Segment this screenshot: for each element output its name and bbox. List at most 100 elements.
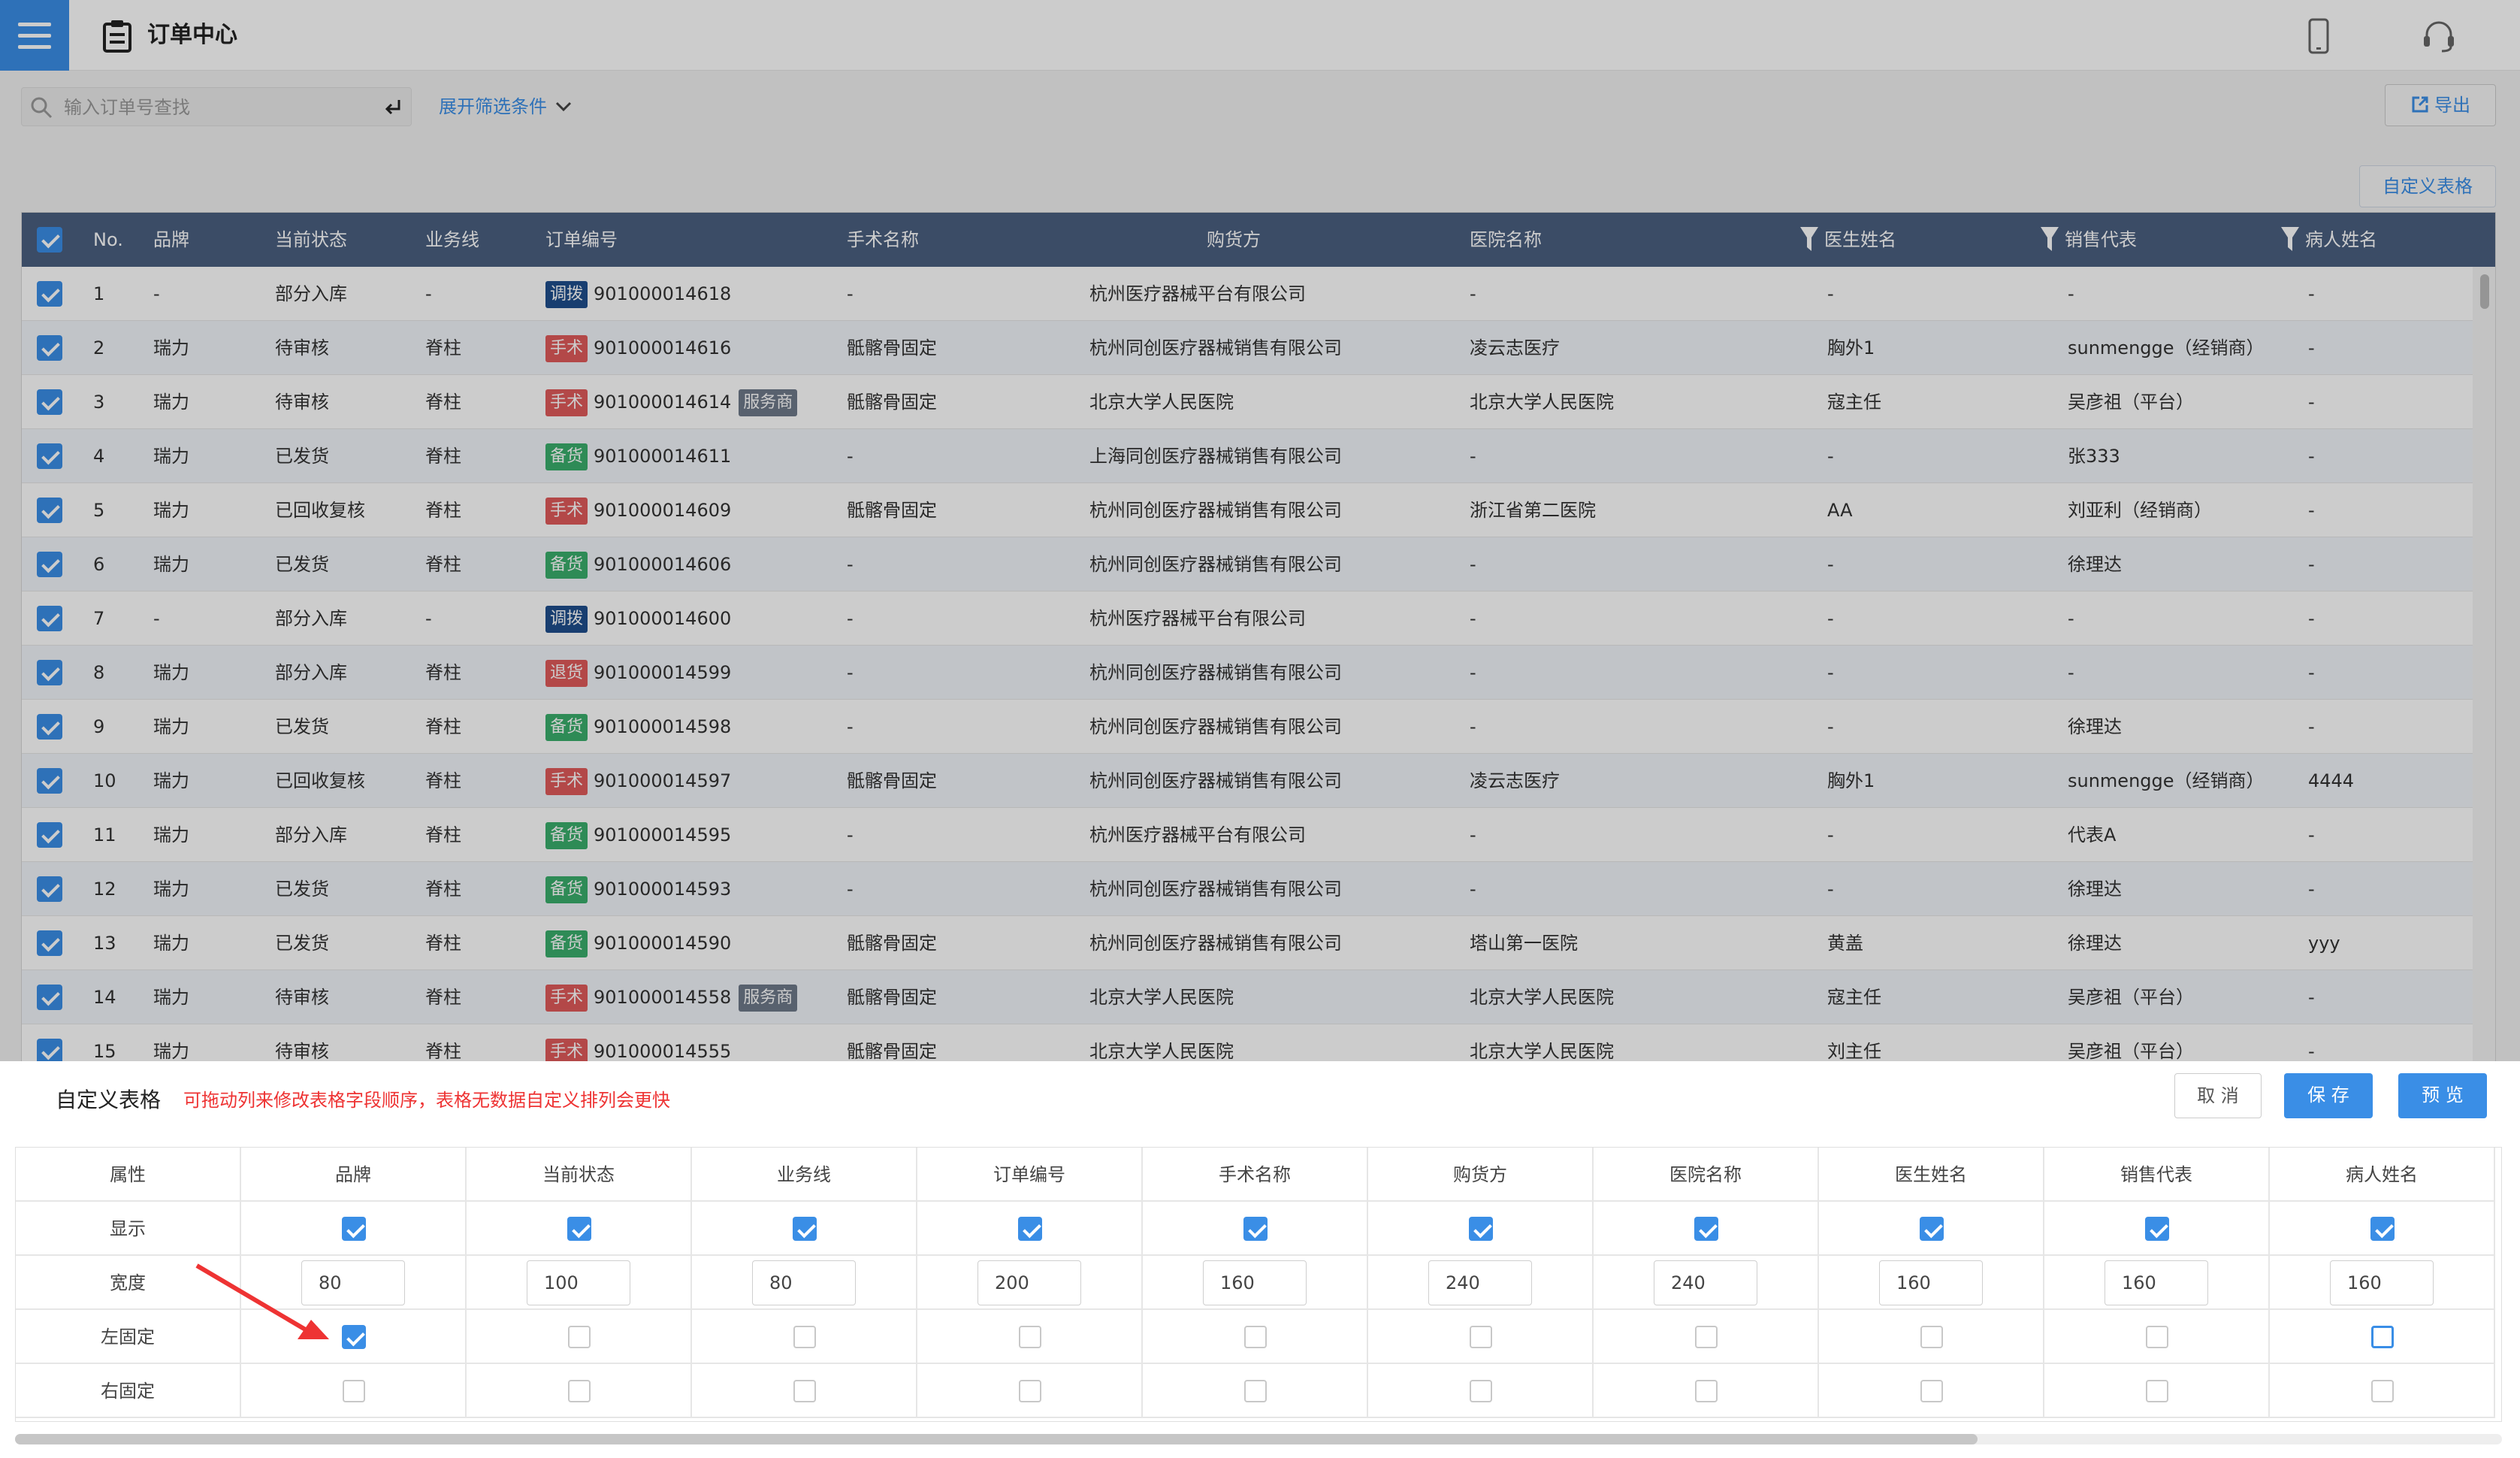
width-input[interactable]: 160	[2105, 1260, 2208, 1305]
right-fixed-checkbox[interactable]	[1695, 1380, 1718, 1402]
right-fixed-checkbox[interactable]	[568, 1380, 591, 1402]
width-input[interactable]: 240	[1654, 1260, 1757, 1305]
right-fixed-checkbox-cell[interactable]	[241, 1364, 467, 1418]
show-checkbox-cell[interactable]	[2270, 1202, 2495, 1256]
show-checkbox-cell[interactable]	[241, 1202, 467, 1256]
left-fixed-checkbox[interactable]	[1695, 1326, 1718, 1348]
right-fixed-checkbox-cell[interactable]	[2270, 1364, 2495, 1418]
app-root: 订单中心 输入订单号查找 展开筛选条件 导出 自定义表格 No. 品牌 当前状态…	[0, 0, 2520, 1458]
left-fixed-checkbox-cell[interactable]	[692, 1310, 917, 1364]
left-fixed-checkbox[interactable]	[2371, 1326, 2394, 1348]
show-checkbox-cell[interactable]	[1819, 1202, 2044, 1256]
show-checkbox-cell[interactable]	[2044, 1202, 2270, 1256]
left-fixed-checkbox[interactable]	[1019, 1326, 1041, 1348]
cancel-button[interactable]: 取 消	[2174, 1073, 2262, 1118]
column-name: 手术名称	[1143, 1148, 1368, 1202]
left-fixed-checkbox-cell[interactable]	[1368, 1310, 1594, 1364]
horizontal-scrollbar[interactable]	[15, 1434, 2502, 1444]
left-fixed-checkbox[interactable]	[1470, 1326, 1492, 1348]
show-checkbox-cell[interactable]	[692, 1202, 917, 1256]
width-cell[interactable]: 160	[1143, 1256, 1368, 1310]
column-name: 医院名称	[1594, 1148, 1819, 1202]
save-button[interactable]: 保 存	[2284, 1073, 2373, 1118]
width-cell[interactable]: 200	[917, 1256, 1143, 1310]
column-name: 销售代表	[2044, 1148, 2270, 1202]
right-fixed-checkbox[interactable]	[2146, 1380, 2168, 1402]
width-input[interactable]: 160	[2330, 1260, 2434, 1305]
right-fixed-checkbox[interactable]	[343, 1380, 365, 1402]
show-checkbox[interactable]	[1694, 1217, 1718, 1241]
show-checkbox-cell[interactable]	[1143, 1202, 1368, 1256]
right-fixed-checkbox-cell[interactable]	[1143, 1364, 1368, 1418]
modal-overlay	[0, 0, 2520, 1061]
width-cell[interactable]: 240	[1368, 1256, 1594, 1310]
show-checkbox-cell[interactable]	[467, 1202, 692, 1256]
column-name: 购货方	[1368, 1148, 1594, 1202]
right-fixed-checkbox[interactable]	[2371, 1380, 2394, 1402]
grid-row-label: 属性	[16, 1148, 241, 1202]
show-checkbox[interactable]	[793, 1217, 817, 1241]
width-cell[interactable]: 80	[692, 1256, 917, 1310]
right-fixed-checkbox[interactable]	[1244, 1380, 1267, 1402]
right-fixed-checkbox[interactable]	[1019, 1380, 1041, 1402]
width-input[interactable]: 160	[1879, 1260, 1983, 1305]
right-fixed-checkbox[interactable]	[1920, 1380, 1943, 1402]
left-fixed-checkbox-cell[interactable]	[917, 1310, 1143, 1364]
right-fixed-checkbox-cell[interactable]	[1368, 1364, 1594, 1418]
show-checkbox[interactable]	[1920, 1217, 1944, 1241]
custom-table-panel: 自定义表格 可拖动列来修改表格字段顺序，表格无数据自定义排列会更快 取 消 保 …	[0, 1061, 2520, 1458]
left-fixed-checkbox-cell[interactable]	[2044, 1310, 2270, 1364]
width-input[interactable]: 200	[977, 1260, 1081, 1305]
width-cell[interactable]: 100	[467, 1256, 692, 1310]
show-checkbox-cell[interactable]	[1368, 1202, 1594, 1256]
column-name: 品牌	[241, 1148, 467, 1202]
show-checkbox[interactable]	[1243, 1217, 1268, 1241]
preview-button[interactable]: 预 览	[2398, 1073, 2487, 1118]
column-name: 订单编号	[917, 1148, 1143, 1202]
right-fixed-checkbox-cell[interactable]	[692, 1364, 917, 1418]
right-fixed-checkbox-cell[interactable]	[917, 1364, 1143, 1418]
right-fixed-checkbox-cell[interactable]	[2044, 1364, 2270, 1418]
show-checkbox[interactable]	[567, 1217, 591, 1241]
left-fixed-checkbox[interactable]	[342, 1325, 366, 1349]
scroll-thumb[interactable]	[15, 1434, 1978, 1444]
show-checkbox[interactable]	[2145, 1217, 2169, 1241]
width-input[interactable]: 80	[752, 1260, 856, 1305]
left-fixed-checkbox[interactable]	[793, 1326, 816, 1348]
left-fixed-checkbox[interactable]	[2146, 1326, 2168, 1348]
column-name: 病人姓名	[2270, 1148, 2495, 1202]
right-fixed-checkbox-cell[interactable]	[1819, 1364, 2044, 1418]
width-input[interactable]: 240	[1428, 1260, 1532, 1305]
grid-row-label: 显示	[16, 1202, 241, 1256]
left-fixed-checkbox-cell[interactable]	[1594, 1310, 1819, 1364]
width-cell[interactable]: 160	[2270, 1256, 2495, 1310]
left-fixed-checkbox[interactable]	[1920, 1326, 1943, 1348]
right-fixed-checkbox[interactable]	[793, 1380, 816, 1402]
right-fixed-checkbox[interactable]	[1470, 1380, 1492, 1402]
show-checkbox-cell[interactable]	[1594, 1202, 1819, 1256]
column-name: 医生姓名	[1819, 1148, 2044, 1202]
red-arrow-annotation	[195, 1263, 329, 1339]
right-fixed-checkbox-cell[interactable]	[467, 1364, 692, 1418]
show-checkbox[interactable]	[342, 1217, 366, 1241]
width-cell[interactable]: 160	[2044, 1256, 2270, 1310]
width-cell[interactable]: 160	[1819, 1256, 2044, 1310]
show-checkbox-cell[interactable]	[917, 1202, 1143, 1256]
panel-hint: 可拖动列来修改表格字段顺序，表格无数据自定义排列会更快	[183, 1090, 670, 1111]
show-checkbox[interactable]	[1469, 1217, 1493, 1241]
column-name: 当前状态	[467, 1148, 692, 1202]
left-fixed-checkbox-cell[interactable]	[467, 1310, 692, 1364]
left-fixed-checkbox-cell[interactable]	[2270, 1310, 2495, 1364]
width-input[interactable]: 160	[1203, 1260, 1307, 1305]
grid-row-label: 右固定	[16, 1364, 241, 1418]
width-input[interactable]: 100	[527, 1260, 630, 1305]
left-fixed-checkbox[interactable]	[1244, 1326, 1267, 1348]
left-fixed-checkbox-cell[interactable]	[1143, 1310, 1368, 1364]
width-cell[interactable]: 240	[1594, 1256, 1819, 1310]
column-name: 业务线	[692, 1148, 917, 1202]
show-checkbox[interactable]	[2370, 1217, 2395, 1241]
show-checkbox[interactable]	[1018, 1217, 1042, 1241]
left-fixed-checkbox[interactable]	[568, 1326, 591, 1348]
left-fixed-checkbox-cell[interactable]	[1819, 1310, 2044, 1364]
right-fixed-checkbox-cell[interactable]	[1594, 1364, 1819, 1418]
